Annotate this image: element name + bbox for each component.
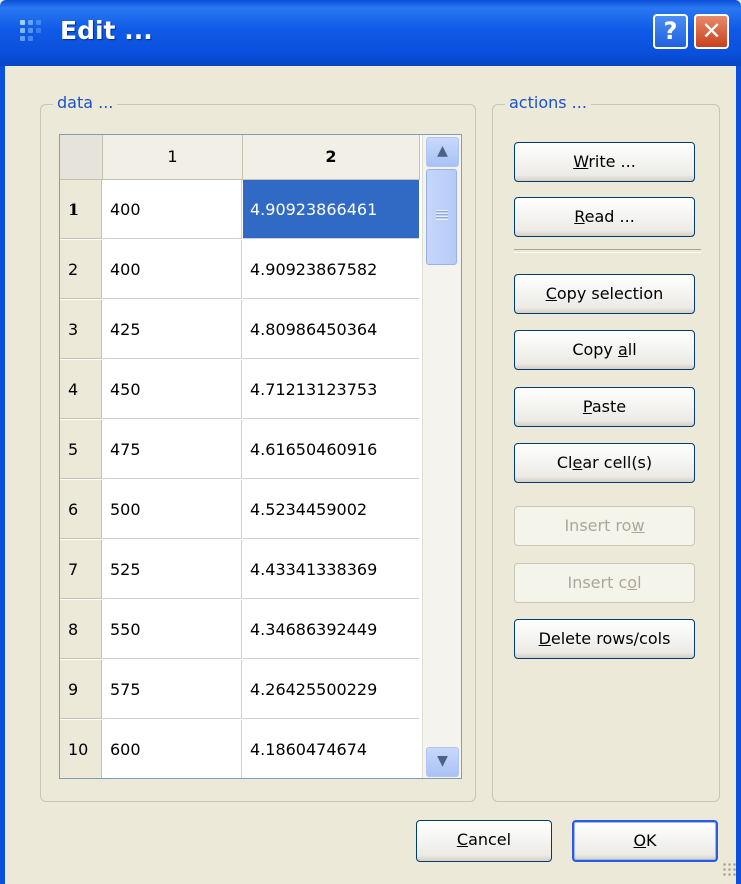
ok-label-accel: O bbox=[633, 831, 647, 850]
copy-selection-label-accel: C bbox=[545, 284, 557, 303]
table-row[interactable]: 10 600 4.1860474674 bbox=[60, 720, 420, 778]
row-header[interactable]: 4 bbox=[60, 360, 102, 419]
table-row[interactable]: 1 400 4.90923866461 bbox=[60, 180, 420, 240]
copy-all-button[interactable]: Copy all bbox=[514, 330, 695, 370]
table-cell-col1[interactable]: 450 bbox=[103, 360, 242, 419]
cancel-label-accel: C bbox=[456, 830, 469, 849]
data-table[interactable]: 1 2 1 400 4.90923866461 2 400 4.90923867582 3 4… bbox=[59, 134, 462, 779]
scroll-thumb-grip-icon bbox=[436, 210, 448, 220]
clear-cells-label-accel: e bbox=[572, 453, 583, 472]
app-icon bbox=[20, 20, 48, 42]
row-header[interactable]: 6 bbox=[60, 480, 102, 539]
row-header[interactable]: 10 bbox=[60, 720, 102, 778]
ok-label-post: K bbox=[646, 831, 657, 850]
clear-cells-button[interactable]: Clear cell(s) bbox=[514, 443, 695, 483]
scroll-up-button[interactable]: ▲ bbox=[426, 137, 459, 167]
table-cell-col1[interactable]: 400 bbox=[103, 240, 242, 299]
write-label-post: rite ... bbox=[588, 152, 636, 171]
window-frame-left bbox=[0, 66, 5, 884]
row-header[interactable]: 3 bbox=[60, 300, 102, 359]
actions-separator bbox=[514, 249, 701, 253]
insert-row-label-pre: Insert ro bbox=[564, 516, 632, 535]
row-header[interactable]: 8 bbox=[60, 600, 102, 659]
window-frame-right bbox=[736, 66, 741, 884]
row-header[interactable]: 9 bbox=[60, 660, 102, 719]
table-cell-col1[interactable]: 475 bbox=[103, 420, 242, 479]
table-cell-col1[interactable]: 600 bbox=[103, 720, 242, 778]
table-cell-col1[interactable]: 525 bbox=[103, 540, 242, 599]
scroll-down-button[interactable]: ▼ bbox=[426, 747, 459, 777]
cancel-button[interactable]: Cancel bbox=[416, 820, 552, 862]
table-row[interactable]: 8 550 4.34686392449 bbox=[60, 600, 420, 660]
table-row[interactable]: 4 450 4.71213123753 bbox=[60, 360, 420, 420]
title-bar[interactable]: Edit ... ? ✕ bbox=[0, 0, 741, 66]
copy-selection-label-post: opy selection bbox=[556, 284, 664, 303]
table-row[interactable]: 7 525 4.43341338369 bbox=[60, 540, 420, 600]
row-header[interactable]: 5 bbox=[60, 420, 102, 479]
column-header-1[interactable]: 1 bbox=[103, 135, 243, 180]
insert-row-label-accel: w bbox=[631, 516, 645, 535]
clear-cells-label-pre: Cl bbox=[556, 453, 573, 472]
copy-all-label-pre: Copy bbox=[572, 340, 618, 359]
help-button[interactable]: ? bbox=[653, 14, 688, 49]
read-button[interactable]: Read ... bbox=[514, 197, 695, 237]
table-corner-header[interactable] bbox=[60, 135, 103, 180]
delete-rows-cols-label-accel: D bbox=[538, 629, 551, 648]
paste-button[interactable]: Paste bbox=[514, 387, 695, 427]
table-cell-col2[interactable]: 4.26425500229 bbox=[243, 660, 419, 719]
scroll-thumb[interactable] bbox=[426, 169, 457, 265]
table-cell-col1[interactable]: 575 bbox=[103, 660, 242, 719]
row-header[interactable]: 2 bbox=[60, 240, 102, 299]
actions-group-label: actions ... bbox=[505, 93, 591, 112]
paste-label-post: aste bbox=[591, 397, 627, 416]
table-cell-col2[interactable]: 4.90923866461 bbox=[243, 180, 419, 239]
insert-row-button[interactable]: Insert row bbox=[514, 506, 695, 546]
write-button[interactable]: Write ... bbox=[514, 142, 695, 182]
paste-label-accel: P bbox=[582, 397, 592, 416]
table-cell-col1[interactable]: 550 bbox=[103, 600, 242, 659]
table-cell-col2[interactable]: 4.80986450364 bbox=[243, 300, 419, 359]
read-label-accel: R bbox=[574, 207, 585, 226]
vertical-scrollbar[interactable]: ▲ ▼ bbox=[422, 135, 461, 778]
column-header-2[interactable]: 2 bbox=[243, 135, 420, 180]
table-row[interactable]: 2 400 4.90923867582 bbox=[60, 240, 420, 300]
write-label-accel: W bbox=[573, 152, 589, 171]
copy-all-label-accel: a bbox=[617, 340, 628, 359]
resize-grip-icon[interactable] bbox=[722, 862, 736, 876]
table-row[interactable]: 6 500 4.5234459002 bbox=[60, 480, 420, 540]
table-cell-col2[interactable]: 4.61650460916 bbox=[243, 420, 419, 479]
ok-button[interactable]: OK bbox=[572, 820, 718, 862]
table-cell-col2[interactable]: 4.1860474674 bbox=[243, 720, 419, 778]
table-row[interactable]: 9 575 4.26425500229 bbox=[60, 660, 420, 720]
data-group-label: data ... bbox=[53, 93, 118, 112]
table-cell-col1[interactable]: 400 bbox=[103, 180, 242, 239]
table-body: 1 400 4.90923866461 2 400 4.90923867582 3 425 4.… bbox=[60, 180, 420, 778]
copy-all-label-post: ll bbox=[627, 340, 637, 359]
table-cell-col2[interactable]: 4.5234459002 bbox=[243, 480, 419, 539]
table-cell-col2[interactable]: 4.43341338369 bbox=[243, 540, 419, 599]
delete-rows-cols-button[interactable]: Delete rows/cols bbox=[514, 619, 695, 659]
table-row[interactable]: 3 425 4.80986450364 bbox=[60, 300, 420, 360]
insert-col-label-pre: Insert c bbox=[567, 573, 628, 592]
delete-rows-cols-label-post: elete rows/cols bbox=[550, 629, 671, 648]
table-cell-col2[interactable]: 4.34686392449 bbox=[243, 600, 419, 659]
insert-col-label-accel: o bbox=[627, 573, 638, 592]
cancel-label-post: ancel bbox=[468, 830, 512, 849]
table-cell-col2[interactable]: 4.71213123753 bbox=[243, 360, 419, 419]
insert-col-label-post: l bbox=[637, 573, 642, 592]
table-cell-col2[interactable]: 4.90923867582 bbox=[243, 240, 419, 299]
table-cell-col1[interactable]: 500 bbox=[103, 480, 242, 539]
read-label-post: ead ... bbox=[584, 207, 635, 226]
close-button[interactable]: ✕ bbox=[694, 14, 729, 49]
table-cell-col1[interactable]: 425 bbox=[103, 300, 242, 359]
copy-selection-button[interactable]: Copy selection bbox=[514, 274, 695, 314]
row-header[interactable]: 1 bbox=[60, 180, 102, 239]
window-title: Edit ... bbox=[60, 16, 153, 45]
row-header[interactable]: 7 bbox=[60, 540, 102, 599]
insert-col-button[interactable]: Insert col bbox=[514, 563, 695, 603]
clear-cells-label-post: ar cell(s) bbox=[582, 453, 653, 472]
table-row[interactable]: 5 475 4.61650460916 bbox=[60, 420, 420, 480]
